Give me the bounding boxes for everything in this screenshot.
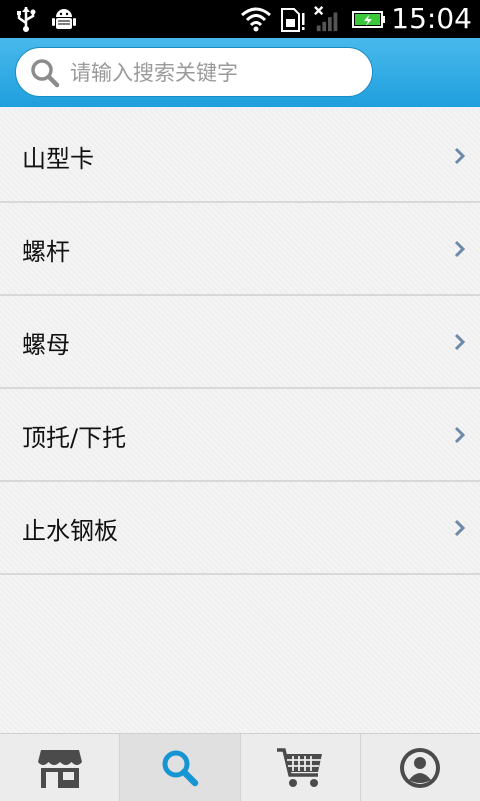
search-icon [31,59,60,88]
tab-search[interactable] [120,734,241,801]
sim-card-icon [281,8,305,32]
list-item-label: 止水钢板 [22,517,118,545]
search-icon [162,750,199,786]
no-signal-icon [314,6,338,32]
tab-profile[interactable] [361,734,480,801]
status-bar: 15:04 [0,0,480,38]
list-item-label: 顶托/下托 [22,424,127,452]
user-profile-icon [400,747,441,788]
chevron-right-icon [454,147,466,165]
battery-charging-icon [352,11,385,28]
category-list: 山型卡 螺杆 螺母 顶托/下托 止水钢板 [0,110,480,734]
list-item-label: 山型卡 [22,145,94,173]
status-time: 15:04 [391,2,472,35]
chevron-right-icon [454,426,466,444]
wifi-icon [241,7,271,32]
list-item[interactable]: 止水钢板 [0,482,480,575]
search-input[interactable] [68,56,362,90]
search-header [0,38,480,107]
chevron-right-icon [454,519,466,537]
store-icon [37,749,82,788]
tab-cart[interactable] [241,734,361,801]
tab-store[interactable] [0,734,121,801]
list-item[interactable]: 顶托/下托 [0,389,480,482]
list-item[interactable]: 螺母 [0,296,480,389]
list-item-label: 螺杆 [22,238,70,266]
chevron-right-icon [454,333,466,351]
usb-icon [17,7,36,32]
bottom-nav [0,733,480,801]
list-item[interactable]: 山型卡 [0,110,480,203]
cart-icon [277,747,323,787]
chevron-right-icon [454,240,466,258]
android-debug-icon [52,9,76,29]
search-box[interactable] [15,47,373,97]
list-item[interactable]: 螺杆 [0,203,480,296]
list-item-label: 螺母 [22,331,70,359]
